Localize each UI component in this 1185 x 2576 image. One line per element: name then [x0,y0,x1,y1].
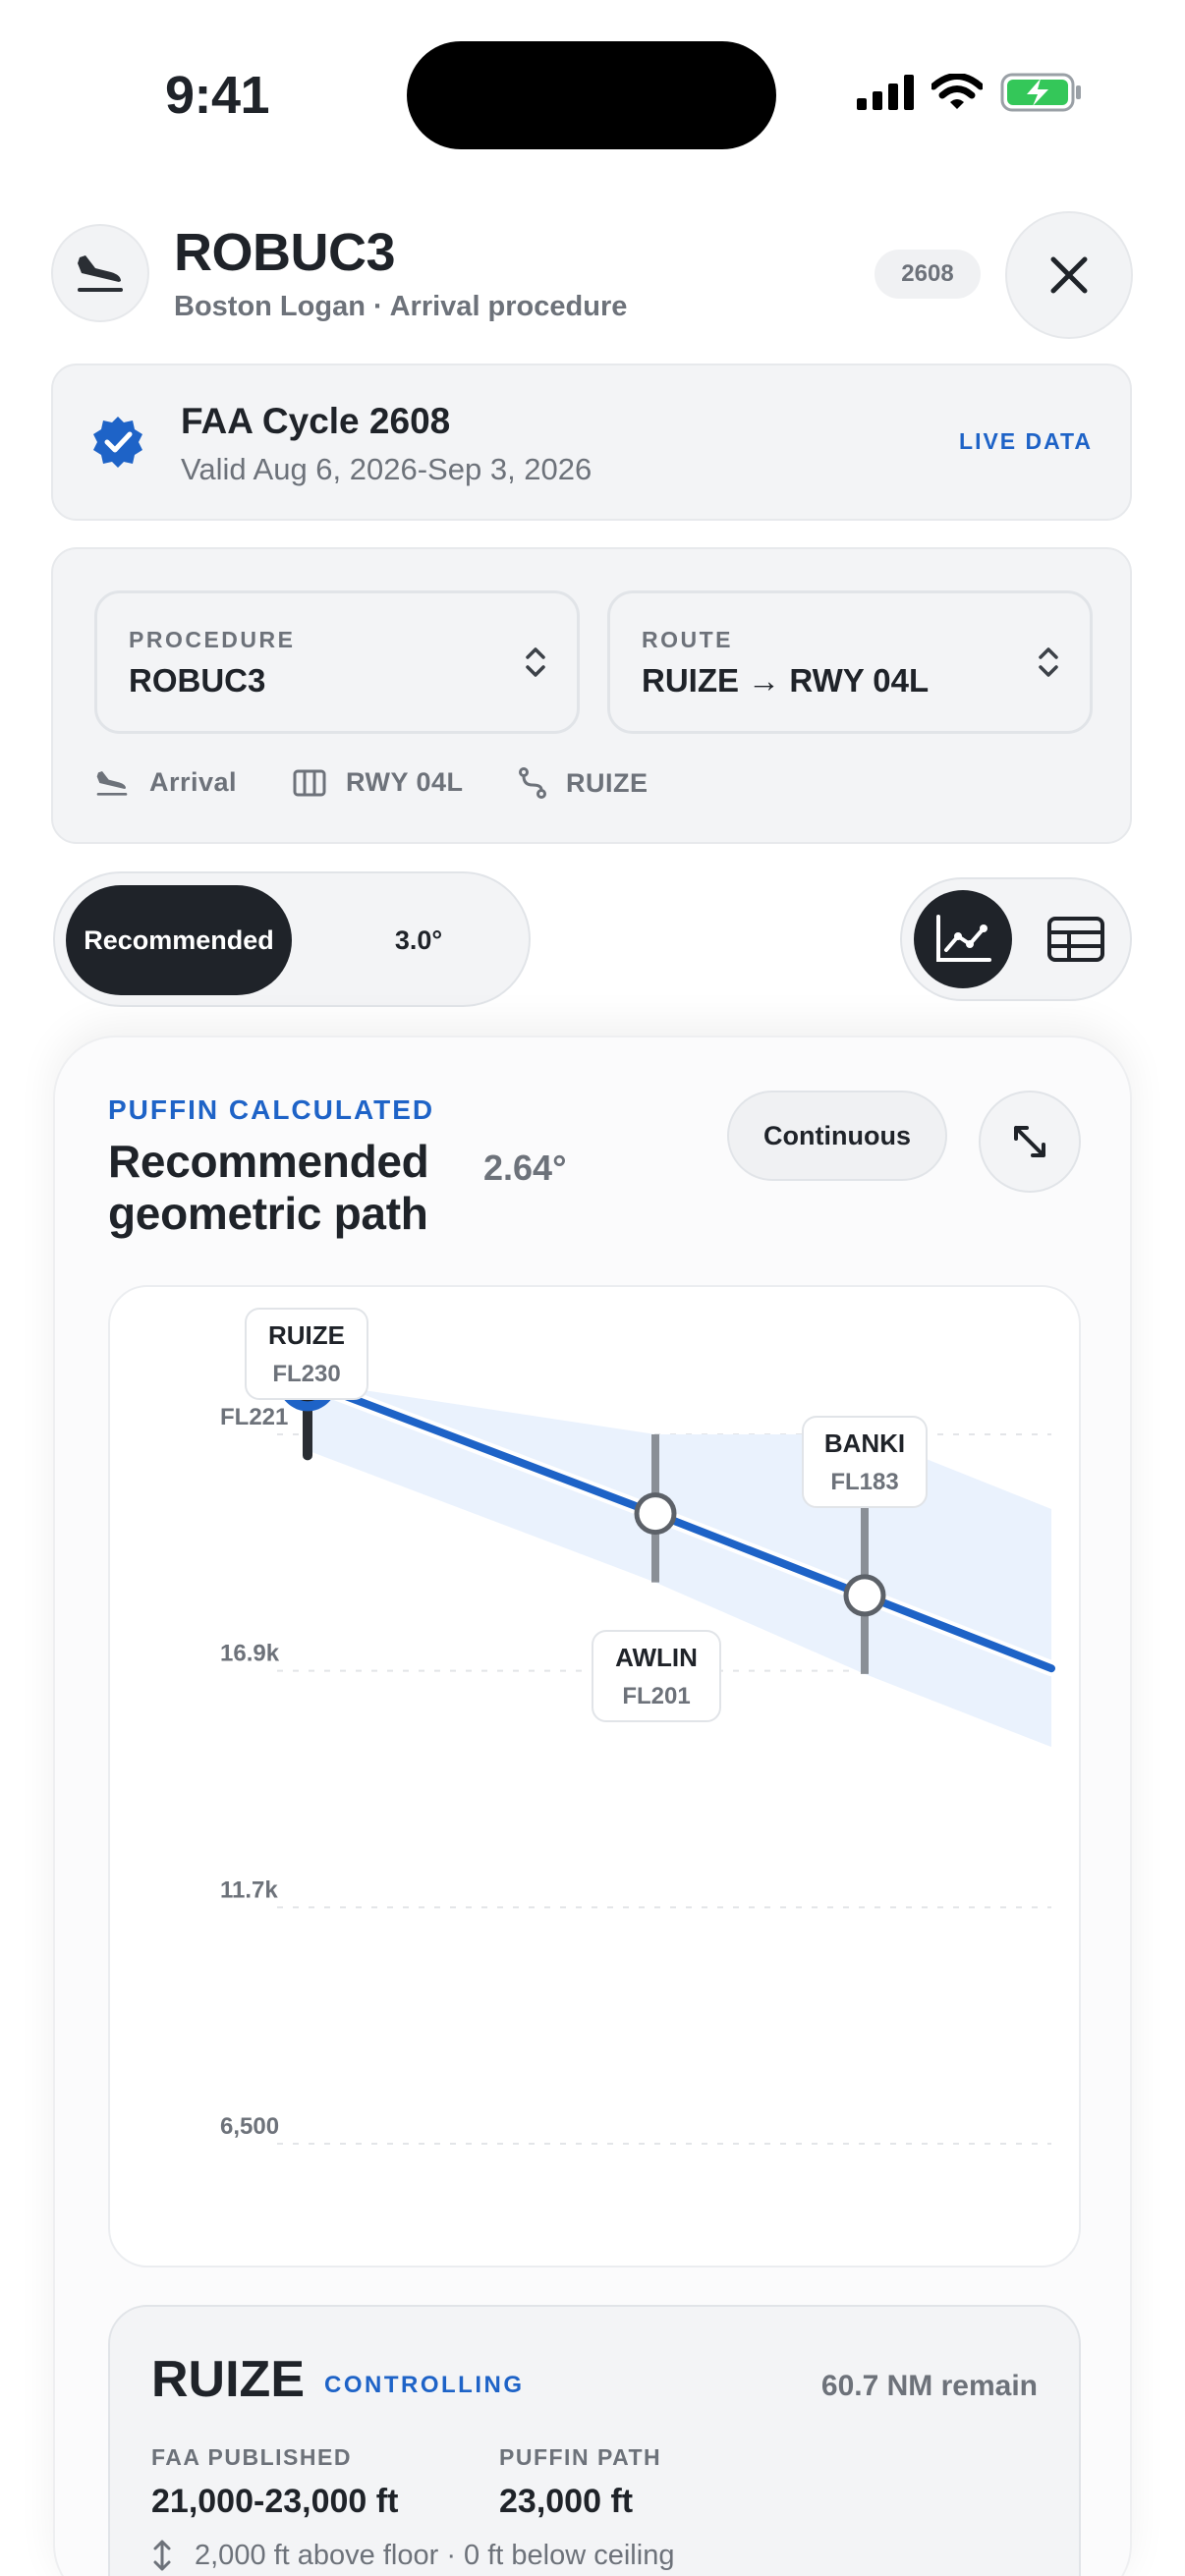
meta-arrival-label: Arrival [149,767,238,797]
awlin-level-label: FL201 [622,1683,690,1709]
verified-badge-icon [93,417,142,468]
view-toggle [900,877,1132,1001]
procedure-select-label: PROCEDURE [129,627,296,652]
waypoint-detail-card: RUIZE CONTROLLING 60.7 NM remain FAA PUB… [108,2305,1081,2576]
puffin-path-label: PUFFIN PATH [499,2444,662,2470]
meta-transition: RUIZE [519,767,649,799]
procedure-card: PROCEDURE ROBUC3 ROUTE RUIZE → RWY 04L A… [51,547,1132,844]
cellular-signal-icon [857,75,914,110]
banki-level-label: FL183 [830,1469,898,1495]
meta-runway-label: RWY 04L [346,767,464,797]
expand-icon [1014,1126,1045,1157]
path-angle: 2.64° [483,1148,567,1188]
procedure-title: ROBUC3 [174,223,396,282]
mode-angle-button[interactable]: 3.0° [340,885,497,995]
banki-name-label: BANKI [824,1428,905,1458]
chevron-up-down-icon [1039,647,1058,677]
route-icon [519,767,546,799]
battery-charging-icon [1000,73,1081,112]
cycle-title: FAA Cycle 2608 [181,401,451,441]
vertical-arrows-icon [153,2540,171,2571]
chart-view-button[interactable] [914,890,1012,988]
path-card-eyebrow: PUFFIN CALCULATED [108,1094,435,1125]
close-button[interactable] [1005,211,1133,339]
profile-chart: FL221 16.9k 11.7k 6,500 RUIZE FL230 AWLIN FL201… [108,1285,1081,2268]
status-time: 9:41 [165,66,270,125]
y-tick-label: 16.9k [220,1641,280,1667]
table-view-button[interactable] [1032,890,1120,988]
altitude-margin: 2,000 ft above floor · 0 ft below ceilin… [151,2539,674,2572]
path-card-title: Recommended geometric path [108,1136,429,1239]
distance-remaining: 60.7 NM remain [820,2370,1038,2402]
y-tick-label: 11.7k [220,1876,278,1903]
ruize-level-label: FL230 [272,1361,340,1387]
puffin-path-value: 23,000 ft [499,2483,634,2520]
profile-chart-svg: FL221 16.9k 11.7k 6,500 RUIZE FL230 AWLIN FL201… [220,1308,1059,2145]
arrival-icon [51,224,149,322]
procedure-select-value: ROBUC3 [129,662,266,699]
route-select-value: RUIZE → RWY 04L [642,662,930,699]
faa-published-column: FAA PUBLISHED 21,000-23,000 ft [151,2444,398,2521]
altitude-margin-text: 2,000 ft above floor · 0 ft below ceilin… [195,2539,675,2571]
ruize-name-label: RUIZE [268,1320,345,1350]
waypoint-name: RUIZE [151,2351,305,2408]
y-tick-label: 6,500 [220,2113,279,2140]
procedure-subtitle: Boston Logan · Arrival procedure [174,291,628,322]
geometric-path-card: PUFFIN CALCULATED Recommended geometric … [53,1036,1132,2576]
meta-runway: RWY 04L [293,767,464,798]
chart-icon [936,915,991,962]
chevron-up-down-icon [526,647,545,677]
meta-arrival: Arrival [94,767,237,798]
procedure-select[interactable]: PROCEDURE ROBUC3 [94,590,580,734]
route-select[interactable]: ROUTE RUIZE → RWY 04L [607,590,1093,734]
wifi-icon [931,74,983,109]
waypoint-marker-awlin [634,1492,677,1536]
y-tick-label: FL221 [220,1404,288,1430]
awlin-name-label: AWLIN [615,1643,698,1672]
cycle-validity: Valid Aug 6, 2026-Sep 3, 2026 [181,452,592,486]
status-icons [857,73,1083,112]
faa-published-value: 21,000-23,000 ft [151,2483,399,2520]
route-select-label: ROUTE [642,627,733,652]
dynamic-island [407,41,776,149]
table-icon [1047,917,1104,962]
arrival-icon [96,770,128,796]
meta-transition-label: RUIZE [566,767,649,798]
mode-recommended-button[interactable]: Recommended [66,885,292,995]
controlling-tag: CONTROLLING [324,2372,525,2398]
cycle-card: FAA Cycle 2608 Valid Aug 6, 2026-Sep 3, … [51,364,1132,521]
expand-button[interactable] [979,1091,1081,1193]
faa-published-label: FAA PUBLISHED [151,2444,352,2470]
puffin-path-column: PUFFIN PATH 23,000 ft [499,2444,661,2521]
cycle-badge: 2608 [875,250,981,299]
path-mode-toggle: Recommended 3.0° [53,871,531,1007]
live-data-badge: LIVE DATA [959,428,1093,454]
continuous-button[interactable]: Continuous [727,1091,947,1181]
runway-icon [293,769,326,796]
waypoint-marker-banki [843,1574,886,1617]
close-icon [1050,256,1088,294]
